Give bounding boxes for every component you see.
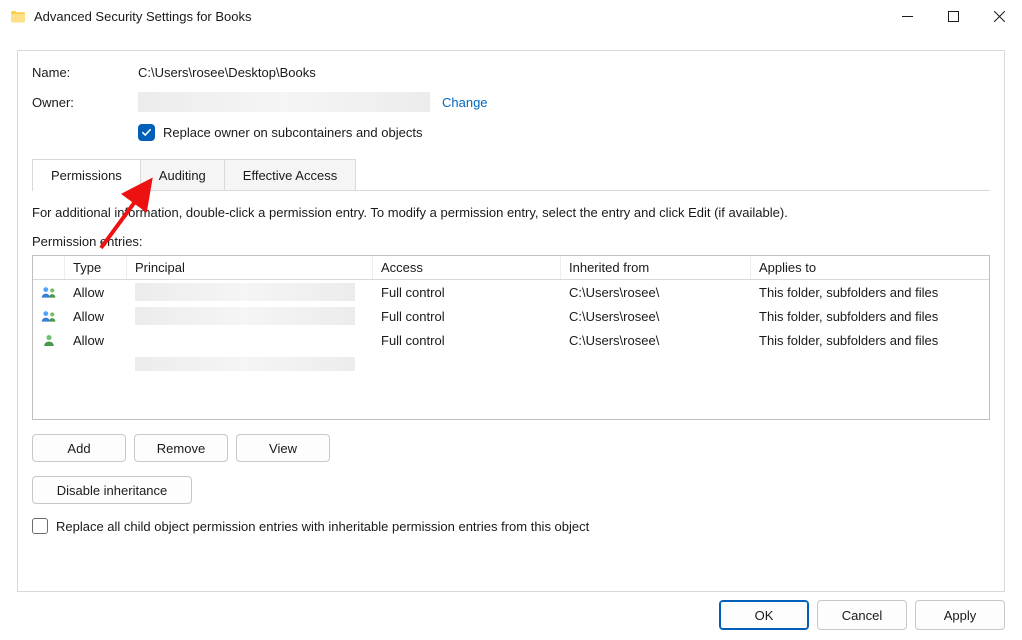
cell-inherited: C:\Users\rosee\: [561, 304, 751, 328]
cell-applies: This folder, subfolders and files: [751, 304, 989, 328]
col-inherited[interactable]: Inherited from: [561, 256, 751, 279]
col-applies[interactable]: Applies to: [751, 256, 989, 279]
tab-effective-access[interactable]: Effective Access: [225, 159, 356, 190]
cell-access: Full control: [373, 328, 561, 352]
cell-access: Full control: [373, 280, 561, 304]
name-value: C:\Users\rosee\Desktop\Books: [138, 65, 316, 80]
tab-permissions[interactable]: Permissions: [32, 159, 141, 190]
table-row[interactable]: Allow Full controlC:\Users\rosee\This fol…: [33, 328, 989, 352]
replace-child-row[interactable]: Replace all child object permission entr…: [32, 518, 990, 534]
cell-principal: [127, 280, 373, 304]
cell-principal: [127, 304, 373, 328]
tab-strip: Permissions Auditing Effective Access: [32, 159, 990, 191]
replace-owner-row[interactable]: Replace owner on subcontainers and objec…: [138, 124, 990, 141]
cell-type: Allow: [65, 304, 127, 328]
cell-applies: This folder, subfolders and files: [751, 280, 989, 304]
tab-effective-access-label: Effective Access: [243, 168, 337, 183]
minimize-button[interactable]: [884, 0, 930, 33]
folder-icon: [10, 9, 26, 25]
cancel-button[interactable]: Cancel: [817, 600, 907, 630]
remove-button: Remove: [134, 434, 228, 462]
table-row[interactable]: Allow Full controlC:\Users\rosee\This fol…: [33, 304, 989, 328]
change-owner-link[interactable]: Change: [442, 95, 488, 110]
dialog-footer: OK Cancel Apply: [719, 600, 1005, 630]
tab-permissions-label: Permissions: [51, 168, 122, 183]
name-label: Name:: [32, 65, 138, 80]
replace-owner-label: Replace owner on subcontainers and objec…: [163, 125, 422, 140]
cell-type: Allow: [65, 280, 127, 304]
col-access[interactable]: Access: [373, 256, 561, 279]
replace-owner-checkbox[interactable]: [138, 124, 155, 141]
principal-icon: [33, 280, 65, 304]
replace-child-checkbox[interactable]: [32, 518, 48, 534]
col-principal[interactable]: Principal: [127, 256, 373, 279]
owner-label: Owner:: [32, 95, 138, 110]
name-row: Name: C:\Users\rosee\Desktop\Books: [32, 65, 990, 80]
principal-icon: [33, 328, 65, 352]
owner-row: Owner: Change: [32, 92, 990, 112]
apply-button[interactable]: Apply: [915, 600, 1005, 630]
tab-auditing[interactable]: Auditing: [141, 159, 225, 190]
add-button[interactable]: Add: [32, 434, 126, 462]
window-title: Advanced Security Settings for Books: [34, 9, 252, 24]
cell-principal: [127, 328, 373, 352]
cell-access: Full control: [373, 304, 561, 328]
close-button[interactable]: [976, 0, 1022, 33]
table-row[interactable]: Allow Full controlC:\Users\rosee\This fol…: [33, 280, 989, 304]
content-panel: Name: C:\Users\rosee\Desktop\Books Owner…: [17, 50, 1005, 592]
maximize-button[interactable]: [930, 0, 976, 33]
permission-table[interactable]: Type Principal Access Inherited from App…: [32, 255, 990, 420]
owner-value-redacted: [138, 92, 430, 112]
permission-entries-label: Permission entries:: [32, 234, 990, 249]
view-button: View: [236, 434, 330, 462]
col-type[interactable]: Type: [65, 256, 127, 279]
replace-child-label: Replace all child object permission entr…: [56, 519, 589, 534]
hint-text: For additional information, double-click…: [32, 205, 990, 220]
principal-icon: [33, 304, 65, 328]
disable-inheritance-button[interactable]: Disable inheritance: [32, 476, 192, 504]
tab-auditing-label: Auditing: [159, 168, 206, 183]
table-row-spacer: [33, 352, 989, 376]
cell-inherited: C:\Users\rosee\: [561, 280, 751, 304]
cell-type: Allow: [65, 328, 127, 352]
table-header: Type Principal Access Inherited from App…: [33, 256, 989, 280]
ok-button[interactable]: OK: [719, 600, 809, 630]
cell-inherited: C:\Users\rosee\: [561, 328, 751, 352]
title-bar: Advanced Security Settings for Books: [0, 0, 1022, 33]
cell-applies: This folder, subfolders and files: [751, 328, 989, 352]
